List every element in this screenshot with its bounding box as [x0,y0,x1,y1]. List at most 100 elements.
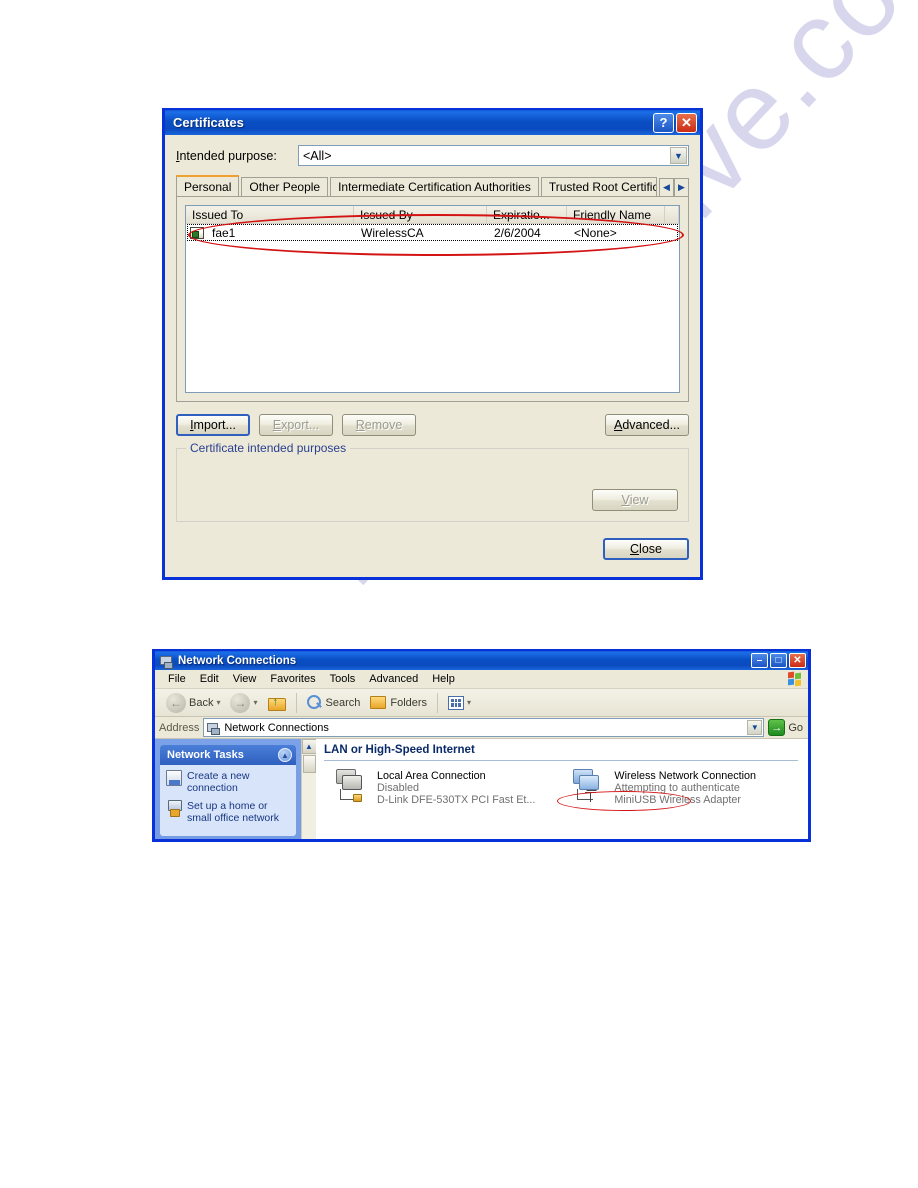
chevron-down-icon[interactable]: ▼ [747,720,763,735]
back-button[interactable]: ← Back ▾ [161,692,225,713]
column-header-friendly-name[interactable]: Friendly Name [567,206,665,223]
certificates-titlebar: Certificates ? ✕ [165,108,700,135]
back-arrow-icon: ← [166,692,186,713]
network-connections-titlebar: Network Connections – □ ✕ [155,649,808,670]
group-divider [324,760,798,761]
tab-intermediate-certification-authorities[interactable]: Intermediate Certification Authorities [330,177,539,196]
certificates-dialog: Certificates ? ✕ Intended purpose: <All>… [162,108,703,580]
tab-scroll-left-icon[interactable]: ◀ [659,178,674,196]
views-button[interactable]: ▾ [443,695,476,710]
column-header-issued-by[interactable]: Issued By [354,206,487,223]
chevron-up-icon[interactable]: ▲ [278,748,292,762]
window-content: Network Tasks ▲ Create a new connection … [155,739,808,839]
toolbar: ← Back ▾ → ▾ Search Folders [155,689,808,717]
connection-device: MiniUSB Wireless Adapter [614,794,742,806]
new-connection-icon [166,770,182,786]
certificate-icon [190,226,204,239]
go-label: Go [788,721,803,734]
intended-purpose-select[interactable]: <All> ▼ [298,145,689,166]
tab-personal[interactable]: Personal [176,175,240,196]
column-header-issued-to[interactable]: Issued To [186,206,354,223]
sidebar-item-label: Set up a home or small office network [187,799,280,825]
forward-button[interactable]: → ▾ [225,692,262,713]
search-button[interactable]: Search [302,695,366,710]
toolbar-separator [295,692,297,713]
tab-scroll-buttons: ◀ ▶ [659,177,689,196]
address-input[interactable]: Network Connections ▼ [203,718,765,737]
close-icon[interactable]: ✕ [789,653,806,668]
go-arrow-icon: → [768,719,786,736]
vertical-scrollbar[interactable]: ▲ ▼ [301,739,317,839]
chevron-down-icon[interactable]: ▾ [253,698,257,707]
address-label: Address [159,721,200,734]
advanced-button[interactable]: Advanced... [604,414,689,436]
tab-other-people[interactable]: Other People [241,177,329,196]
wireless-connection-icon [571,769,607,803]
menu-edit[interactable]: Edit [193,672,226,686]
intended-purpose-row: Intended purpose: <All> ▼ [176,145,689,166]
forward-arrow-icon: → [230,692,251,713]
page-root: manualshive.com Certificates ? ✕ Intende… [0,0,918,1188]
folders-icon [370,696,387,709]
lan-connection-icon [334,769,370,803]
go-button[interactable]: → Go [764,719,808,736]
chevron-down-icon[interactable]: ▼ [670,147,687,164]
menu-bar: File Edit View Favorites Tools Advanced … [155,670,808,689]
connection-device: D-Link DFE-530TX PCI Fast Et... [377,794,536,806]
tab-scroll-right-icon[interactable]: ▶ [674,178,689,196]
certificate-action-buttons: Import... Export... Remove Advanced... [176,414,689,436]
column-header-expiration[interactable]: Expiratio... [487,206,567,223]
network-tasks-header[interactable]: Network Tasks ▲ [160,745,296,765]
list-item[interactable]: Local Area Connection Disabled D-Link DF… [334,769,535,806]
certificates-title: Certificates [173,115,244,130]
list-item[interactable]: Wireless Network Connection Attempting t… [571,769,756,806]
address-bar: Address Network Connections ▼ → Go [155,717,808,739]
certificates-tabpanel: Issued To Issued By Expiratio... Friendl… [176,196,689,402]
remove-button[interactable]: Remove [342,414,416,436]
views-icon [448,695,465,710]
group-header-lan: LAN or High-Speed Internet [324,744,475,756]
menu-advanced[interactable]: Advanced [362,672,425,686]
network-tasks-panel: Network Tasks ▲ Create a new connection … [160,745,296,836]
folders-button[interactable]: Folders [365,696,432,709]
view-button[interactable]: View [592,489,678,511]
connection-text: Wireless Network Connection Attempting t… [614,769,756,806]
windows-logo-icon [788,671,803,687]
toolbar-separator [437,692,439,713]
menu-file[interactable]: File [161,672,193,686]
close-icon[interactable]: ✕ [676,112,697,133]
intended-purpose-value: <All> [303,148,332,163]
certificates-listview[interactable]: Issued To Issued By Expiratio... Friendl… [185,205,680,393]
menu-favorites[interactable]: Favorites [263,672,322,686]
network-tasks-title: Network Tasks [167,749,244,761]
help-button[interactable]: ? [653,112,674,133]
connections-pane: LAN or High-Speed Internet Local Area Co… [316,739,808,839]
group-title: Certificate intended purposes [186,441,351,455]
certificates-body: Intended purpose: <All> ▼ Personal Other… [165,135,700,568]
scroll-up-icon[interactable]: ▲ [301,739,317,754]
close-button[interactable]: Close [603,538,689,560]
connection-status: Disabled [377,782,420,794]
import-button[interactable]: Import... [176,414,250,436]
folder-up-icon [267,695,286,711]
network-window-icon [159,654,173,669]
menu-view[interactable]: View [226,672,264,686]
chevron-down-icon[interactable]: ▾ [216,698,220,707]
menu-tools[interactable]: Tools [323,672,363,686]
scrollbar-thumb[interactable] [302,755,316,773]
tab-trusted-root-certification[interactable]: Trusted Root Certification [540,177,657,196]
network-tasks-list: Create a new connection Set up a home or… [160,765,296,836]
sidebar-item-setup-home-network[interactable]: Set up a home or small office network [166,799,291,825]
minimize-icon[interactable]: – [751,653,768,668]
up-button[interactable] [263,695,291,711]
maximize-icon[interactable]: □ [770,653,787,668]
home-network-icon [166,799,182,817]
sidebar-item-label: Create a new connection [187,770,250,795]
table-row[interactable]: fae1 WirelessCA 2/6/2004 <None> [187,224,678,241]
export-button[interactable]: Export... [259,414,333,436]
certificate-intended-purposes-group: Certificate intended purposes View [176,441,689,522]
chevron-down-icon[interactable]: ▾ [467,698,471,707]
sidebar-item-create-new-connection[interactable]: Create a new connection [166,770,291,795]
cell-issued-to: fae1 [212,225,236,240]
menu-help[interactable]: Help [425,672,462,686]
